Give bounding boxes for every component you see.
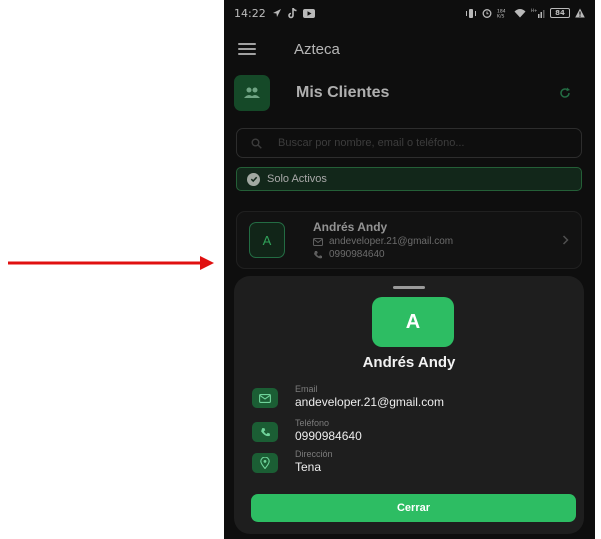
client-detail-name: Andrés Andy: [362, 354, 456, 371]
phone-icon: [252, 422, 278, 442]
phone-screen: 14:22 184K/S H+ 84 Azteca Mis Clientes: [224, 0, 595, 539]
annotation-arrow-icon: [8, 256, 214, 270]
location-pin-icon: [252, 453, 278, 473]
phone-value: 0990984640: [295, 429, 362, 443]
detail-email: Email andeveloper.21@gmail.com: [252, 384, 444, 410]
email-label: Email: [295, 384, 318, 394]
email-value: andeveloper.21@gmail.com: [295, 395, 444, 409]
address-label: Dirección: [295, 449, 333, 459]
detail-phone: Teléfono 0990984640: [252, 418, 362, 444]
detail-address: Dirección Tena: [252, 449, 333, 475]
phone-label: Teléfono: [295, 418, 330, 428]
close-button[interactable]: Cerrar: [251, 494, 576, 522]
address-value: Tena: [295, 460, 322, 474]
client-avatar-large: A: [372, 297, 454, 347]
client-detail-sheet: A Andrés Andy Email andeveloper.21@gmail…: [234, 276, 584, 534]
sheet-drag-handle[interactable]: [393, 286, 425, 289]
mail-icon: [252, 388, 278, 408]
